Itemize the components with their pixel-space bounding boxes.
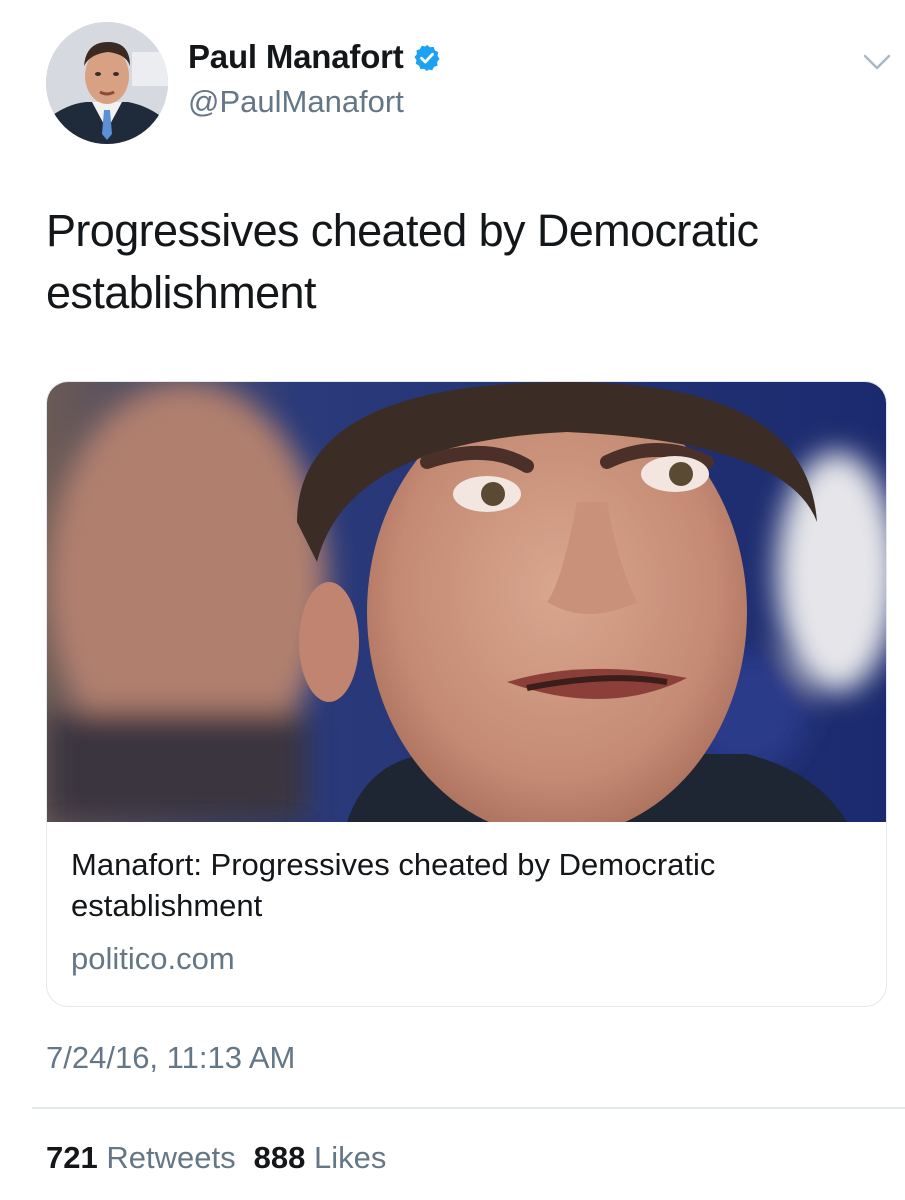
chevron-down-icon[interactable] — [862, 52, 892, 72]
author-name-row[interactable]: Paul Manafort — [188, 38, 442, 76]
divider — [32, 1107, 905, 1109]
retweets-count: 721 — [46, 1140, 98, 1175]
likes-stat[interactable]: 888 Likes — [254, 1140, 387, 1175]
link-card[interactable]: Manafort: Progressives cheated by Democr… — [46, 381, 887, 1007]
tweet-text: Progressives cheated by Democratic estab… — [46, 205, 759, 318]
retweets-label: Retweets — [106, 1140, 236, 1175]
likes-count: 888 — [253, 1140, 306, 1175]
retweets-stat[interactable]: 721 Retweets — [46, 1140, 236, 1175]
tweet-stats: 721 Retweets 888 Likes — [46, 1140, 386, 1176]
tweet-timestamp[interactable]: 7/24/16, 11:13 AM — [46, 1040, 295, 1076]
likes-label: Likes — [313, 1140, 387, 1175]
card-title: Manafort: Progressives cheated by Democr… — [71, 847, 716, 923]
verified-badge-icon — [414, 44, 440, 72]
author-handle[interactable]: @PaulManafort — [188, 84, 404, 120]
card-image — [47, 382, 886, 822]
author-display-name[interactable]: Paul Manafort — [188, 38, 404, 76]
avatar-photo — [46, 22, 168, 144]
avatar[interactable] — [46, 22, 168, 144]
card-domain: politico.com — [71, 941, 235, 976]
